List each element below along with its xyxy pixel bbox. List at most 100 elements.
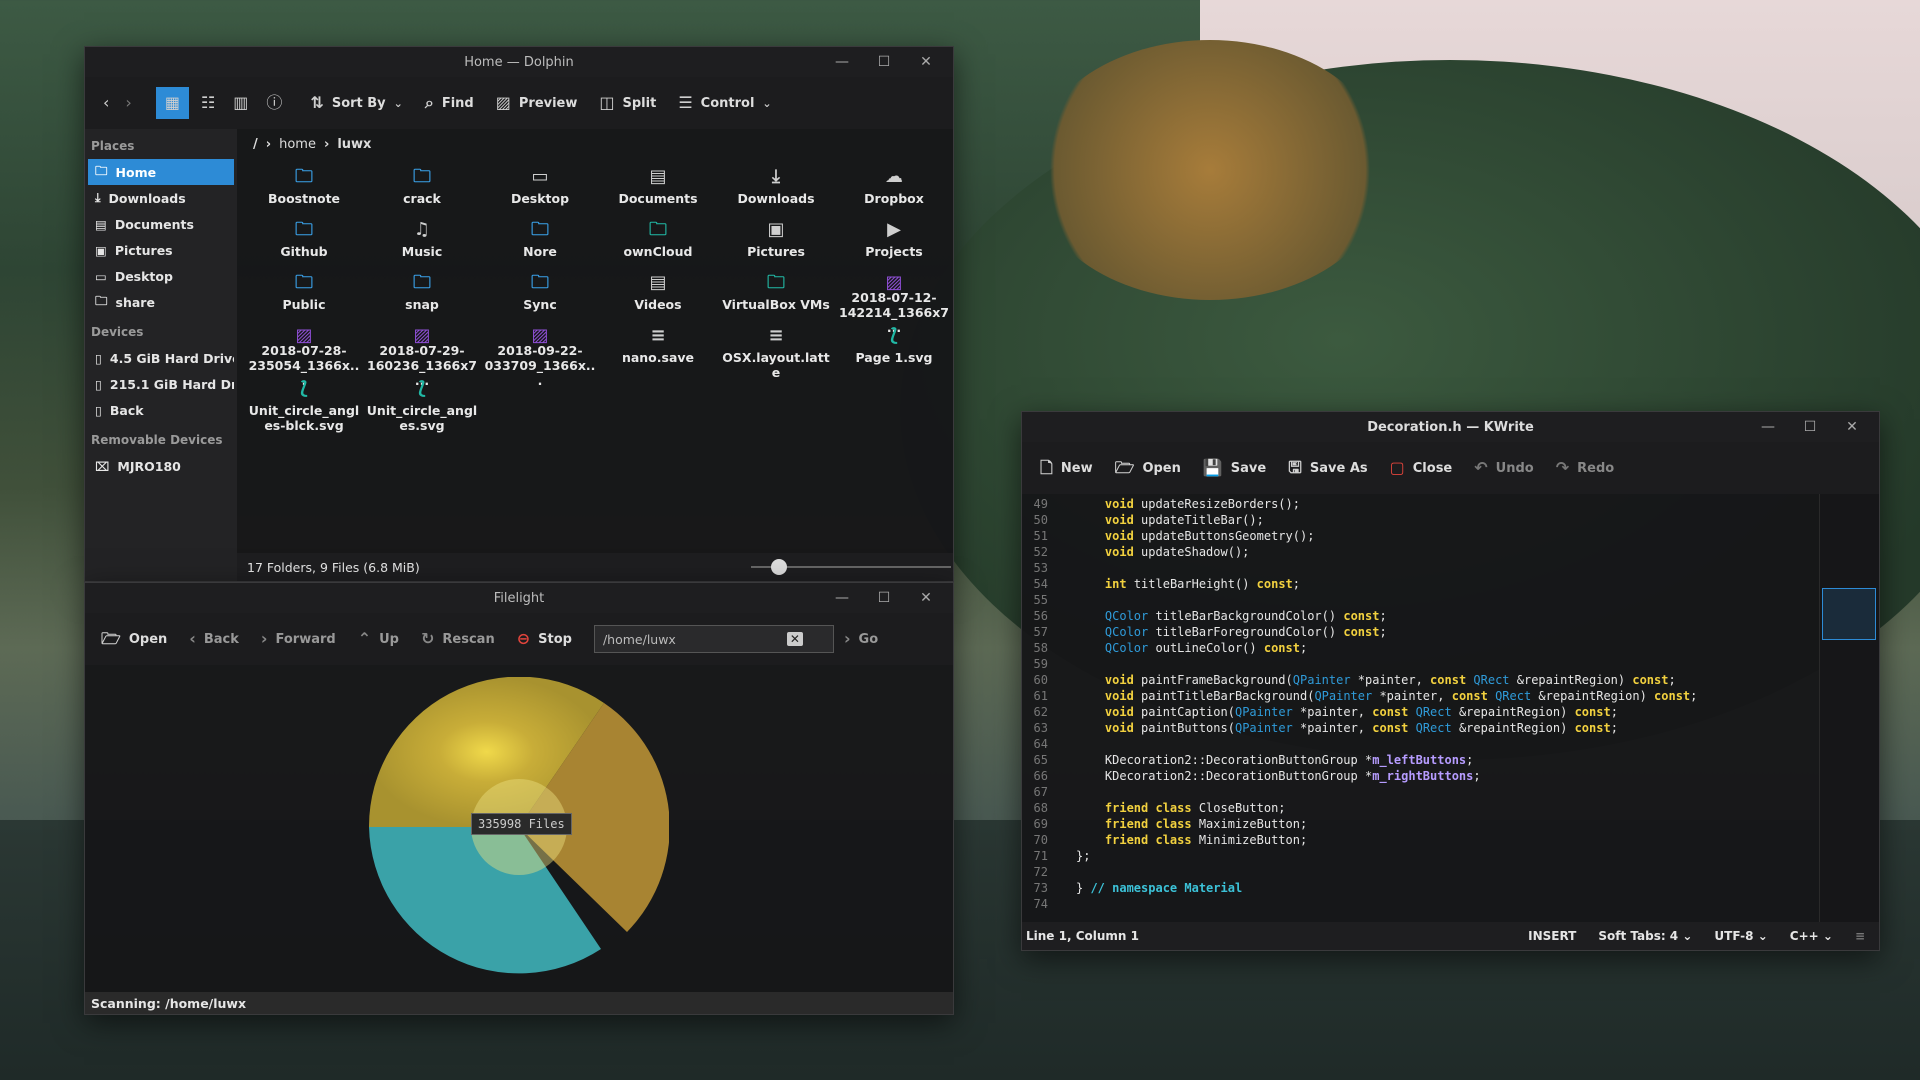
maximize-icon[interactable]: ☐: [863, 590, 905, 606]
breadcrumb-user[interactable]: luwx: [337, 137, 371, 152]
close-button[interactable]: ▢ Close: [1390, 460, 1453, 476]
tabs-setting[interactable]: Soft Tabs: 4 ⌄: [1598, 929, 1692, 943]
code-editor[interactable]: 49 void updateResizeBorders(); 50 void up…: [1022, 494, 1819, 922]
syntax-setting[interactable]: C++ ⌄: [1790, 929, 1833, 943]
file-item[interactable]: ▣ Pictures: [717, 221, 835, 275]
file-item[interactable]: ⟅ Unit_circle_angles-blck.svg: [245, 380, 363, 434]
file-item[interactable]: 🗀 Public: [245, 274, 363, 328]
file-item[interactable]: ▶ Projects: [835, 221, 953, 275]
icons-view-icon[interactable]: ▦: [155, 87, 189, 119]
file-item[interactable]: ▭ Desktop: [481, 168, 599, 222]
maximize-icon[interactable]: ☐: [863, 54, 905, 70]
sidebar-item-share[interactable]: 🗀 share: [88, 289, 234, 315]
path-field[interactable]: /home/luwx ✕: [593, 625, 834, 653]
sidebar-item-desktop[interactable]: ▭ Desktop: [88, 263, 234, 289]
file-item[interactable]: ≡ OSX.layout.latte: [717, 327, 835, 381]
split-button[interactable]: ◫ Split: [599, 95, 656, 111]
sidebar-item-drive-1[interactable]: ▯ 4.5 GiB Hard Drive: [88, 345, 234, 371]
file-item[interactable]: ≡ nano.save: [599, 327, 717, 381]
details-view-icon[interactable]: ☷: [201, 95, 215, 111]
file-item[interactable]: ⟅ Page 1.svg: [835, 327, 953, 381]
up-button[interactable]: ⌃ Up: [358, 631, 399, 647]
cursor-position[interactable]: Line 1, Column 1: [1026, 929, 1139, 943]
back-icon[interactable]: ‹: [103, 95, 109, 111]
filelight-titlebar[interactable]: Filelight — ☐ ✕: [85, 583, 953, 613]
dolphin-titlebar[interactable]: Home — Dolphin — ☐ ✕: [85, 47, 953, 77]
file-item[interactable]: ⤓ Downloads: [717, 168, 835, 222]
chevron-right-icon: ›: [265, 136, 272, 152]
sidebar-item-usb[interactable]: ⌧ MJRO180: [88, 453, 234, 479]
file-item[interactable]: ♫ Music: [363, 221, 481, 275]
input-mode[interactable]: INSERT: [1528, 929, 1576, 943]
back-label: Back: [203, 631, 239, 647]
file-item[interactable]: 🗀 Sync: [481, 274, 599, 328]
file-item[interactable]: 🗀 Boostnote: [245, 168, 363, 222]
minimize-icon[interactable]: —: [821, 590, 863, 606]
close-icon[interactable]: ✕: [905, 590, 947, 606]
line-number: 69: [1033, 817, 1048, 831]
file-item[interactable]: ⟅ Unit_circle_angles.svg: [363, 380, 481, 434]
minimap[interactable]: [1819, 494, 1879, 922]
back-button[interactable]: ‹ Back: [189, 631, 239, 647]
open-button[interactable]: 🗁 Open: [1115, 460, 1181, 476]
file-name: 2018-09-22-033709_1366x...: [484, 343, 596, 388]
encoding-setting[interactable]: UTF-8 ⌄: [1714, 929, 1767, 943]
minimize-icon[interactable]: —: [1747, 419, 1789, 435]
file-item[interactable]: 🗀 ownCloud: [599, 221, 717, 275]
sidebar-item-home[interactable]: 🗀 Home: [88, 159, 234, 185]
file-item[interactable]: ▨ 2018-07-28-235054_1366x...: [245, 327, 363, 389]
breadcrumb-home[interactable]: home: [279, 137, 316, 152]
up-label: Up: [379, 631, 399, 647]
sidebar-item-pictures[interactable]: ▣ Pictures: [88, 237, 234, 263]
redo-button[interactable]: ↷ Redo: [1556, 460, 1614, 476]
sidebar-item-downloads[interactable]: ⤓ Downloads: [88, 185, 234, 211]
sidebar-item-documents[interactable]: ▤ Documents: [88, 211, 234, 237]
forward-button[interactable]: › Forward: [261, 631, 336, 647]
save-icon: 💾: [1202, 458, 1223, 477]
minimap-viewport[interactable]: [1822, 588, 1876, 640]
file-item[interactable]: ▤ Documents: [599, 168, 717, 222]
encoding-label: UTF-8: [1714, 929, 1754, 943]
file-item[interactable]: ▨ 2018-07-29-160236_1366x7...: [363, 327, 481, 389]
close-icon[interactable]: ✕: [1831, 419, 1873, 435]
sidebar-item-drive-2[interactable]: ▯ 215.1 GiB Hard Drive: [88, 371, 234, 397]
file-name: Nore: [523, 244, 557, 259]
find-button[interactable]: ⌕ Find: [425, 95, 474, 111]
file-item[interactable]: 🗀 snap: [363, 274, 481, 328]
open-button[interactable]: 🗁 Open: [101, 631, 167, 647]
undo-button[interactable]: ↶ Undo: [1474, 460, 1533, 476]
file-item[interactable]: ☁ Dropbox: [835, 168, 953, 222]
breadcrumb-root[interactable]: /: [253, 137, 258, 152]
sort-by-button[interactable]: ⇅ Sort By ⌄: [310, 95, 402, 111]
radial-map[interactable]: 335998 Files: [368, 676, 670, 977]
stop-button[interactable]: ⊖ Stop: [517, 631, 572, 647]
minimize-icon[interactable]: —: [821, 54, 863, 70]
maximize-icon[interactable]: ☐: [1789, 419, 1831, 435]
preview-button[interactable]: ▨ Preview: [496, 95, 578, 111]
file-item[interactable]: 🗀 crack: [363, 168, 481, 222]
save-button[interactable]: 💾 Save: [1203, 460, 1266, 476]
columns-view-icon[interactable]: ▥: [233, 95, 248, 111]
code-line: 56 QColor titleBarBackgroundColor() cons…: [1022, 608, 1819, 624]
tabs-label: Soft Tabs: 4: [1598, 929, 1679, 943]
zoom-slider[interactable]: [751, 559, 951, 575]
control-button[interactable]: ☰ Control ⌄: [678, 95, 771, 111]
save-as-button[interactable]: 🖫 Save As: [1288, 460, 1367, 476]
file-item[interactable]: ▨ 2018-09-22-033709_1366x...: [481, 327, 599, 389]
file-item[interactable]: 🗀 Nore: [481, 221, 599, 275]
file-item[interactable]: 🗀 VirtualBox VMs: [717, 274, 835, 328]
new-button[interactable]: 🗋 New: [1040, 460, 1093, 476]
rescan-button[interactable]: ↻ Rescan: [421, 631, 495, 647]
forward-icon[interactable]: ›: [125, 95, 131, 111]
info-icon[interactable]: ⓘ: [266, 95, 282, 111]
zoom-slider-handle[interactable]: [771, 559, 787, 575]
menu-icon[interactable]: ≡: [1855, 929, 1865, 943]
clear-icon[interactable]: ✕: [786, 632, 803, 646]
file-item[interactable]: ▤ Videos: [599, 274, 717, 328]
close-icon[interactable]: ✕: [905, 54, 947, 70]
kwrite-titlebar[interactable]: Decoration.h — KWrite — ☐ ✕: [1022, 412, 1879, 442]
go-button[interactable]: › Go: [844, 631, 878, 647]
file-item[interactable]: 🗀 Github: [245, 221, 363, 275]
sidebar-item-back[interactable]: ▯ Back: [88, 397, 234, 423]
file-item[interactable]: ▨ 2018-07-12-142214_1366x7...: [835, 274, 953, 336]
